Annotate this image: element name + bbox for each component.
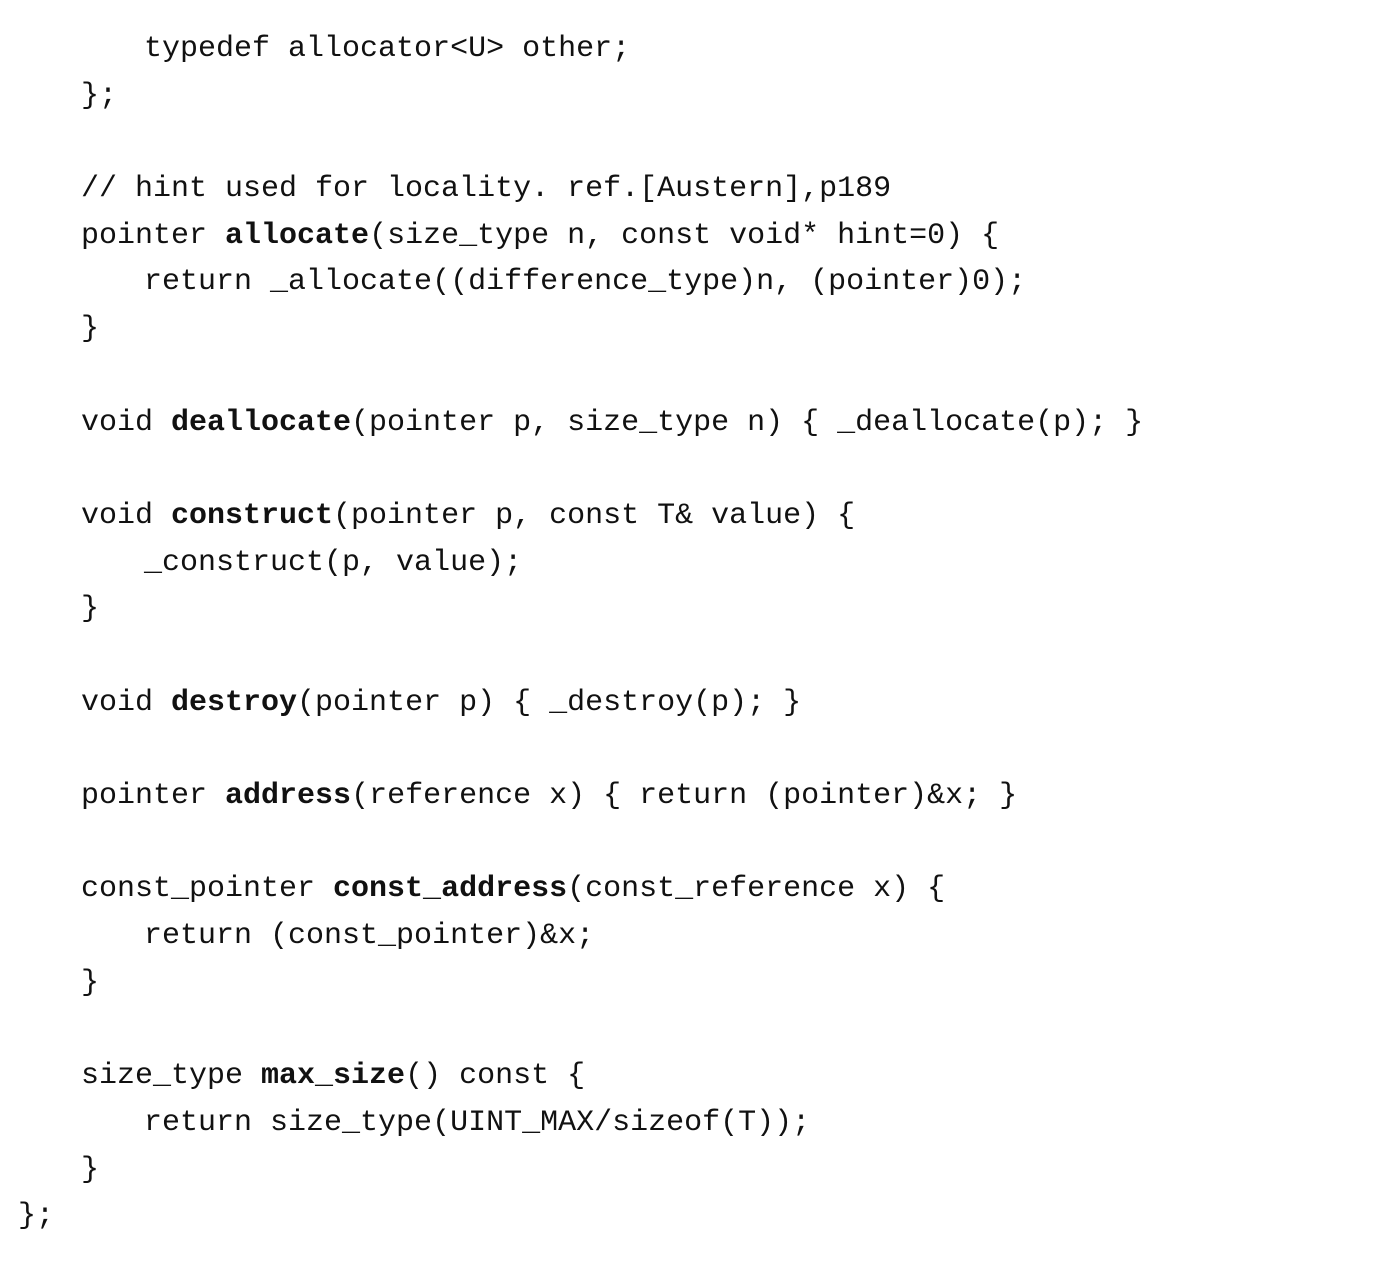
code-line: typedef allocator<U> other;: [18, 26, 1368, 73]
code-text: (pointer p) { _destroy(p); }: [297, 685, 802, 720]
function-name: allocate: [225, 218, 370, 253]
code-text: }: [81, 312, 100, 347]
code-text: const_pointer: [81, 872, 334, 907]
code-line: const_pointer const_address(const_refere…: [18, 866, 1368, 913]
code-line: // hint used for locality. ref.[Austern]…: [18, 166, 1368, 213]
function-name: construct: [171, 498, 334, 533]
code-line: }: [18, 960, 1368, 1007]
code-text: };: [18, 1199, 55, 1234]
code-text: size_type: [81, 1059, 262, 1094]
code-text: void: [81, 685, 172, 720]
code-line: };: [18, 1193, 1368, 1240]
function-name: destroy: [171, 685, 298, 720]
code-listing: typedef allocator<U> other;}; // hint use…: [18, 26, 1368, 1240]
code-text: _construct(p, value);: [144, 545, 523, 580]
code-line: _construct(p, value);: [18, 540, 1368, 587]
code-line: void deallocate(pointer p, size_type n) …: [18, 400, 1368, 447]
code-text: // hint used for locality. ref.[Austern]…: [81, 172, 892, 207]
function-name: deallocate: [171, 405, 352, 440]
code-line: }: [18, 306, 1368, 353]
code-line: void destroy(pointer p) { _destroy(p); }: [18, 680, 1368, 727]
code-text: (const_reference x) {: [567, 872, 946, 907]
code-line: }: [18, 586, 1368, 633]
code-text: return size_type(UINT_MAX/sizeof(T));: [144, 1105, 811, 1140]
code-text: typedef allocator<U> other;: [144, 32, 631, 66]
code-text: }: [81, 1152, 100, 1187]
code-text: (pointer p, const T& value) {: [333, 498, 856, 533]
function-name: max_size: [261, 1059, 406, 1094]
function-name: address: [225, 779, 352, 813]
code-text: void: [81, 498, 172, 533]
code-line: size_type max_size() const {: [18, 1053, 1368, 1100]
code-line: pointer allocate(size_type n, const void…: [18, 213, 1368, 260]
code-text: };: [81, 78, 118, 113]
code-text: pointer: [81, 218, 226, 253]
code-line: };: [18, 73, 1368, 120]
code-text: pointer: [81, 779, 226, 813]
code-line: return size_type(UINT_MAX/sizeof(T));: [18, 1100, 1368, 1147]
function-name: const_address: [333, 872, 568, 907]
code-text: (reference x) { return (pointer)&x; }: [351, 779, 1018, 813]
code-line: return _allocate((difference_type)n, (po…: [18, 259, 1368, 306]
code-line: void construct(pointer p, const T& value…: [18, 493, 1368, 540]
code-text: return _allocate((difference_type)n, (po…: [144, 265, 1027, 300]
code-line: pointer address(reference x) { return (p…: [18, 773, 1368, 820]
code-text: }: [81, 965, 100, 1000]
code-text: }: [81, 592, 100, 627]
code-line: return (const_pointer)&x;: [18, 913, 1368, 960]
code-text: () const {: [405, 1059, 586, 1094]
code-text: return (const_pointer)&x;: [144, 919, 595, 954]
code-line: }: [18, 1147, 1368, 1194]
code-text: (size_type n, const void* hint=0) {: [369, 218, 1000, 253]
code-text: void: [81, 405, 172, 440]
code-text: (pointer p, size_type n) { _deallocate(p…: [351, 405, 1144, 440]
